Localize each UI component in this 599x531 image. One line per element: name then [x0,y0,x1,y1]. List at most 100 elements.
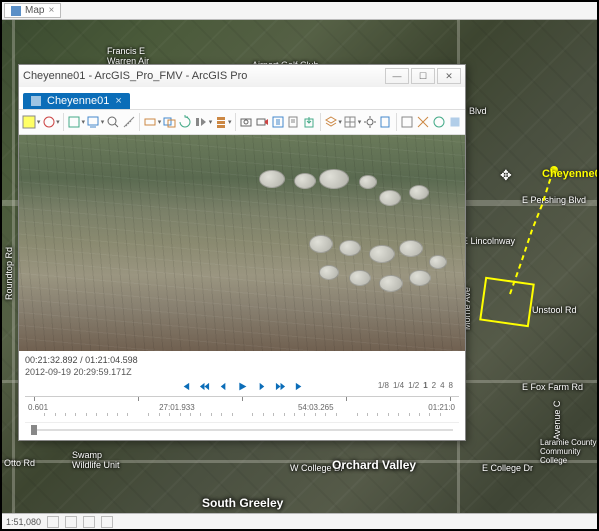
select-button[interactable] [86,114,101,130]
frame-step-button[interactable] [194,114,209,130]
graphic-tool-button[interactable] [41,114,56,130]
maximize-button[interactable]: ☐ [411,68,435,84]
color-swatch-button[interactable] [22,114,37,130]
zoom-to-button[interactable] [67,114,82,130]
speed-1[interactable]: 1 [423,381,427,390]
dropdown-icon[interactable]: ▾ [81,118,85,126]
dropdown-icon[interactable]: ▾ [209,118,213,126]
export-frames-button[interactable] [270,114,285,130]
export-button[interactable] [302,114,317,130]
capture-button[interactable] [238,114,253,130]
bookmark-button[interactable] [213,114,228,130]
ruler-mid2: 54:03.265 [298,403,334,412]
close-button[interactable]: ✕ [437,68,461,84]
fmv-controls: 00:21:32.892 / 01:21:04.598 2012-09-19 2… [19,351,465,440]
map-icon [11,6,21,16]
tool-b-button[interactable] [416,114,431,130]
layer-button[interactable] [324,114,339,130]
map-tab[interactable]: Map × [4,3,61,18]
sync-button[interactable] [178,114,193,130]
status-icon[interactable] [65,516,77,528]
dropdown-icon[interactable]: ▾ [358,118,362,126]
fmv-video-frame[interactable] [19,135,465,351]
duration-time: 01:21:04.598 [85,355,138,365]
step-back-button[interactable] [218,381,229,392]
close-icon[interactable]: × [48,5,54,16]
dropdown-icon[interactable]: ▾ [56,118,60,126]
fmv-tab-row: Cheyenne01 × [19,87,465,109]
tool-d-button[interactable] [447,114,462,130]
overlay-button[interactable] [162,114,177,130]
settings-button[interactable] [362,114,377,130]
speed-1-2[interactable]: 1/2 [408,381,419,390]
label-swamp: Swamp Wildlife Unit [72,450,120,470]
status-icon[interactable] [47,516,59,528]
label-laramie: Laramie County Community College [540,438,596,465]
label-ustool: Unstool Rd [532,305,577,315]
dropdown-icon[interactable]: ▾ [338,118,342,126]
speed-1-8[interactable]: 1/8 [378,381,389,390]
speed-1-4[interactable]: 1/4 [393,381,404,390]
fmv-tab-label: Cheyenne01 [47,95,109,107]
ruler-mid1: 27:01.933 [159,403,195,412]
scale-label: 1:51,080 [6,517,41,527]
elapsed-time: 00:21:32.892 [25,355,78,365]
dropdown-icon[interactable]: ▾ [101,118,105,126]
identify-button[interactable] [105,114,120,130]
playback-row: 1/8 1/4 1/2 1 2 4 8 [25,381,459,392]
fmv-video-tab[interactable]: Cheyenne01 × [23,93,130,109]
label-southgreeley: South Greeley [202,496,283,510]
dropdown-icon[interactable]: ▾ [158,118,162,126]
tool-a-button[interactable] [400,114,415,130]
speed-8[interactable]: 8 [449,381,453,390]
step-forward-button[interactable] [256,381,267,392]
time-ruler[interactable]: 0.601 27:01.933 54:03.265 01:21:0 [25,396,459,420]
app-frame: Map × Francis E Warren Air Force Base Ai… [0,0,599,531]
fmv-toolbar: ▾ ▾ ▾ ▾ ▾ ▾ ▾ ▾ ▾ [19,109,465,135]
status-icon[interactable] [101,516,113,528]
speed-2[interactable]: 2 [432,381,436,390]
close-icon[interactable]: × [115,95,121,107]
fmv-titlebar[interactable]: Cheyenne01 - ArcGIS_Pro_FMV - ArcGIS Pro… [19,65,465,87]
label-pershing: E Pershing Blvd [522,195,586,205]
ruler-start: 0.601 [28,403,48,412]
metadata-button[interactable] [286,114,301,130]
speed-selector: 1/8 1/4 1/2 1 2 4 8 [378,381,453,390]
grid-button[interactable] [343,114,358,130]
measure-button[interactable] [121,114,136,130]
label-avenuec: Avenue C [552,401,562,440]
status-icon[interactable] [83,516,95,528]
label-lincolnway: E Lincolnway [462,236,515,246]
label-college: E College Dr [482,463,533,473]
dropdown-icon[interactable]: ▾ [228,118,232,126]
ruler-end: 01:21:0 [428,403,455,412]
video-footprint [479,277,535,328]
properties-button[interactable] [378,114,393,130]
label-otto: Otto Rd [4,458,35,468]
fast-forward-button[interactable] [275,381,286,392]
status-bar: 1:51,080 [2,513,597,529]
minimize-button[interactable]: — [385,68,409,84]
play-button[interactable] [237,381,248,392]
label-foxfarm: E Fox Farm Rd [522,382,583,392]
dropdown-icon[interactable]: ▾ [37,118,41,126]
seek-thumb[interactable] [31,425,37,435]
label-roundtop: Roundtop Rd [4,247,14,300]
seek-slider[interactable] [25,422,459,436]
cursor-icon: ✥ [500,167,512,184]
timestamp-label: 2012-09-19 20:29:59.171Z [25,367,459,377]
fmv-window-title: Cheyenne01 - ArcGIS_Pro_FMV - ArcGIS Pro [23,70,247,82]
skip-start-button[interactable] [180,381,191,392]
map-tab-bar: Map × [2,2,597,20]
speed-4[interactable]: 4 [440,381,444,390]
fmv-window: Cheyenne01 - ArcGIS_Pro_FMV - ArcGIS Pro… [18,64,466,441]
record-button[interactable] [254,114,269,130]
video-icon [31,96,41,106]
rewind-button[interactable] [199,381,210,392]
skip-end-button[interactable] [294,381,305,392]
label-orchard: Orchard Valley [332,458,416,472]
flight-label: Cheyenne01 [542,168,597,180]
follow-button[interactable] [143,114,158,130]
tool-c-button[interactable] [431,114,446,130]
label-blvd: Blvd [469,106,487,116]
